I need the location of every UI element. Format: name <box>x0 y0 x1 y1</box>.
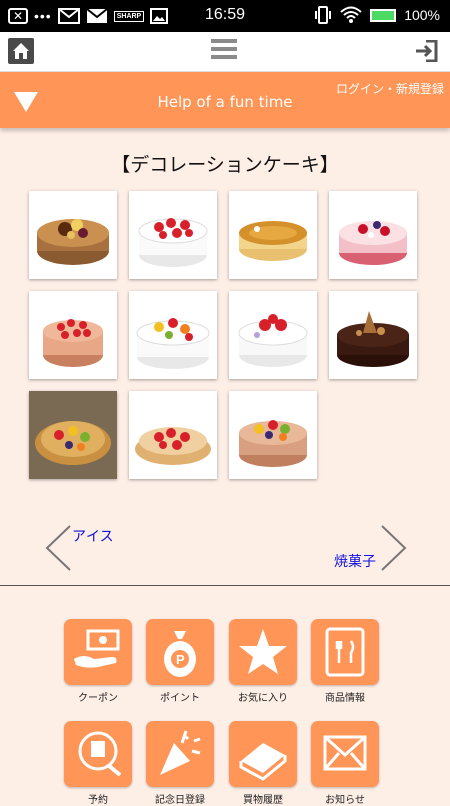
category-navigation: アイス 焼菓子 <box>0 520 450 575</box>
image-icon <box>150 8 169 24</box>
star-icon <box>239 629 287 674</box>
coupon-label: クーポン <box>78 693 118 704</box>
gmail-icon <box>57 8 80 24</box>
vibrate-icon <box>315 6 332 24</box>
battery-level: 100% <box>404 7 440 23</box>
cake-strawberry-cream[interactable] <box>29 291 117 379</box>
status-bar: ✕ ••• SHARP 16:59 100% <box>0 0 450 32</box>
cake-cheesecake[interactable] <box>229 191 317 279</box>
cake-chocolate-nut[interactable] <box>329 291 417 379</box>
hamburger-icon[interactable] <box>211 39 237 63</box>
point-tile[interactable]: P <box>146 619 214 685</box>
cake-fruit-shortcake[interactable] <box>129 291 217 379</box>
news-tile[interactable] <box>311 721 379 787</box>
page-header: Help of a fun time ログイン・新規登録 <box>0 72 450 128</box>
menu-book-icon <box>325 627 365 677</box>
close-icon: ✕ <box>8 8 28 24</box>
mail-icon <box>86 8 108 23</box>
favorites-tile[interactable] <box>229 619 297 685</box>
chevron-left-icon[interactable] <box>44 524 72 572</box>
cake-fruit-tart[interactable] <box>29 391 117 479</box>
prev-category-link[interactable]: アイス <box>72 526 114 546</box>
anniversary-tile[interactable] <box>146 721 214 787</box>
book-icon <box>239 743 287 781</box>
more-icon: ••• <box>34 8 52 24</box>
coupon-tile[interactable] <box>64 619 132 685</box>
sharp-icon: SHARP <box>113 10 145 22</box>
home-icon[interactable] <box>8 38 34 64</box>
login-register-link[interactable]: ログイン・新規登録 <box>336 80 444 97</box>
svg-text:P: P <box>176 652 185 667</box>
cake-strawberry-white[interactable] <box>229 291 317 379</box>
purchase-history-tile[interactable] <box>229 721 297 787</box>
party-popper-icon <box>160 730 201 775</box>
chevron-right-icon[interactable] <box>380 524 408 572</box>
purchase-history-label: 買物履歴 <box>243 795 283 806</box>
product-info-tile[interactable] <box>311 619 379 685</box>
reservation-icon <box>78 731 122 777</box>
next-category-link[interactable]: 焼菓子 <box>334 551 376 571</box>
battery-icon <box>370 8 397 22</box>
reservation-label: 予約 <box>88 795 108 806</box>
news-label: お知らせ <box>325 795 365 806</box>
favorites-label: お気に入り <box>238 693 288 704</box>
cake-strawberry-shortcake[interactable] <box>129 191 217 279</box>
cake-pink-berry[interactable] <box>329 191 417 279</box>
app-toolbar <box>0 32 450 72</box>
reservation-tile[interactable] <box>64 721 132 787</box>
envelope-icon <box>323 735 367 771</box>
coupon-icon <box>74 629 120 668</box>
cake-strawberry-tart[interactable] <box>129 391 217 479</box>
point-bag-icon: P <box>164 631 196 677</box>
point-label: ポイント <box>160 693 200 704</box>
anniversary-label: 記念日登録 <box>155 795 205 806</box>
login-icon[interactable] <box>414 39 438 63</box>
section-title: 【デコレーションケーキ】 <box>111 154 339 176</box>
wifi-icon <box>340 6 362 23</box>
product-info-label: 商品情報 <box>325 693 365 704</box>
cake-fruit-chocolate[interactable] <box>229 391 317 479</box>
status-time: 16:59 <box>205 6 246 23</box>
bottom-menu: クーポン P ポイント お気に入り 商品情報 予約 記念日登録 買物履歴 お知ら… <box>0 586 450 806</box>
cake-chestnut-chocolate[interactable] <box>29 191 117 279</box>
